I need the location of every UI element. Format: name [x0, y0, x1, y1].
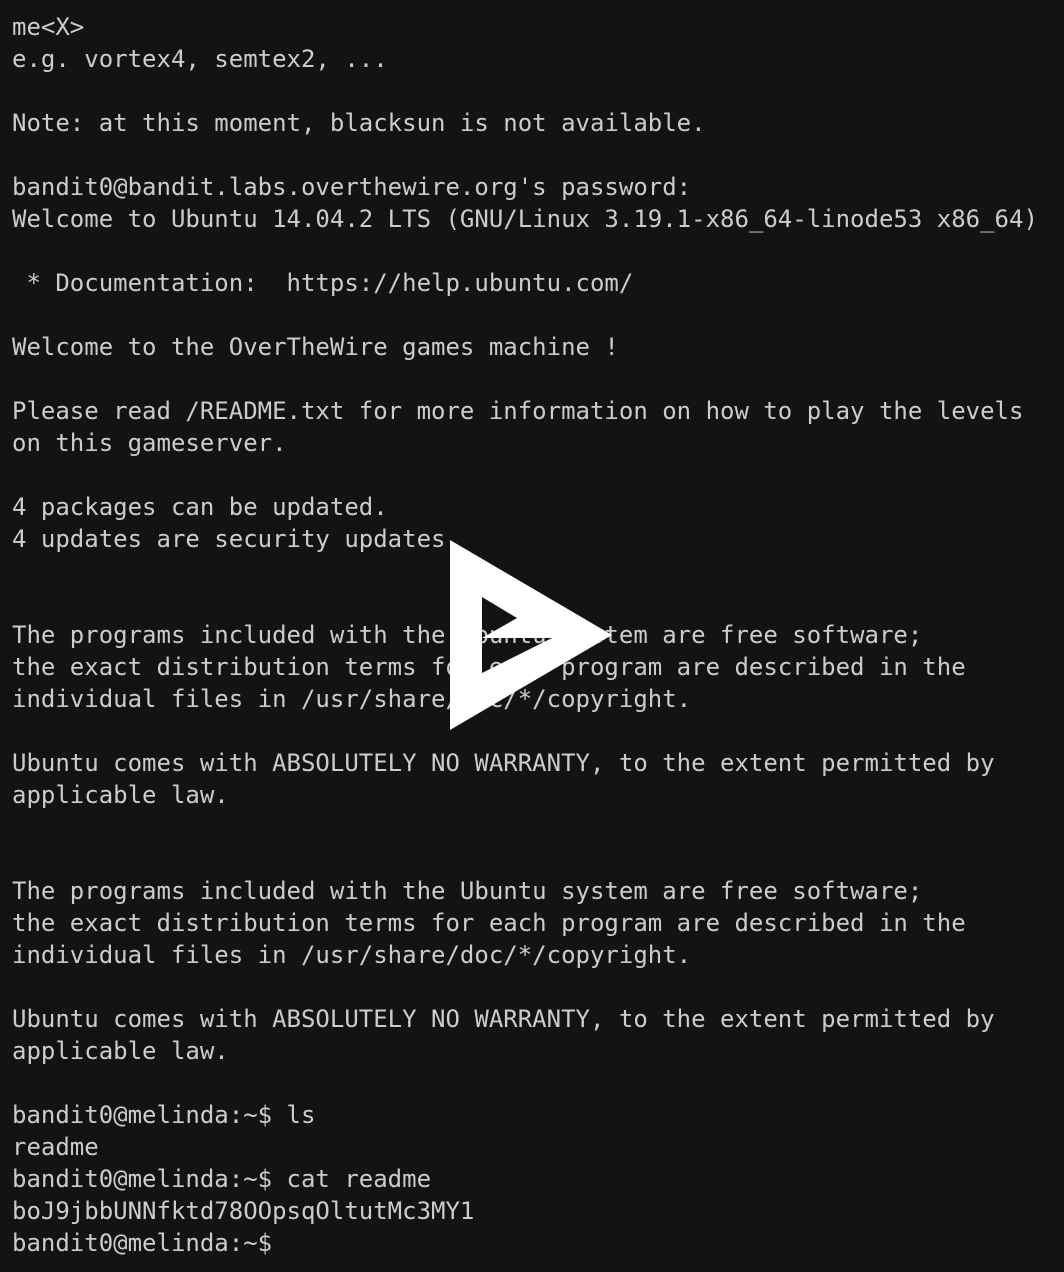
- terminal-line: Please read /README.txt for more informa…: [12, 397, 1024, 425]
- terminal-line: the exact distribution terms for each pr…: [12, 909, 966, 937]
- terminal-line: Welcome to the OverTheWire games machine…: [12, 333, 619, 361]
- terminal-line: bandit0@bandit.labs.overthewire.org's pa…: [12, 173, 692, 201]
- terminal-line: readme: [12, 1133, 99, 1161]
- terminal-line: Note: at this moment, blacksun is not av…: [12, 109, 706, 137]
- terminal-line: me<X>: [12, 13, 85, 41]
- terminal-line: applicable law.: [12, 1037, 229, 1065]
- terminal-line: individual files in /usr/share/doc/*/cop…: [12, 941, 692, 969]
- terminal-line: Welcome to Ubuntu 14.04.2 LTS (GNU/Linux…: [12, 205, 1038, 233]
- terminal-line: bandit0@melinda:~$ ls: [12, 1101, 316, 1129]
- play-button[interactable]: [440, 535, 620, 735]
- play-icon: [450, 540, 612, 730]
- terminal-line: boJ9jbbUNNfktd78OOpsqOltutMc3MY1: [12, 1197, 475, 1225]
- terminal-line: Ubuntu comes with ABSOLUTELY NO WARRANTY…: [12, 749, 995, 777]
- terminal-line: * Documentation: https://help.ubuntu.com…: [12, 269, 634, 297]
- terminal-line: bandit0@melinda:~$: [12, 1229, 273, 1257]
- terminal-line: The programs included with the Ubuntu sy…: [12, 877, 923, 905]
- terminal-line: 4 packages can be updated.: [12, 493, 388, 521]
- terminal-line: bandit0@melinda:~$ cat readme: [12, 1165, 432, 1193]
- terminal-line: e.g. vortex4, semtex2, ...: [12, 45, 388, 73]
- terminal-line: applicable law.: [12, 781, 229, 809]
- terminal-line: Ubuntu comes with ABSOLUTELY NO WARRANTY…: [12, 1005, 995, 1033]
- terminal-line: on this gameserver.: [12, 429, 287, 457]
